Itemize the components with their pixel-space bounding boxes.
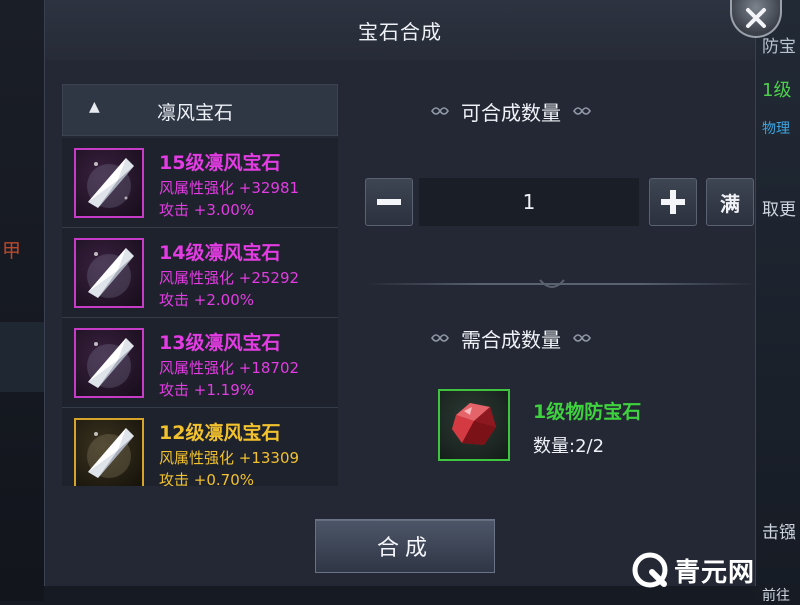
required-count-title: 需合成数量: [365, 323, 657, 353]
increase-quantity-button[interactable]: [649, 178, 697, 226]
gem-attribute: 风属性强化 +32981: [159, 179, 300, 197]
background-text-fragment: 前往: [762, 588, 790, 604]
gem-attribute: 风属性强化 +13309: [159, 449, 300, 467]
dialog-title: 宝石合成: [358, 19, 442, 44]
gem-list[interactable]: 15级凛风宝石 风属性强化 +32981 攻击 +3.00% 14级凛风宝石 风…: [62, 138, 338, 486]
material-name: 1级物防宝石: [533, 401, 642, 423]
ornament-icon: [431, 334, 449, 342]
red-gem-icon[interactable]: [438, 389, 510, 461]
craft-count-title: 可合成数量: [365, 96, 657, 126]
background-text-fragment: 甲: [2, 240, 22, 262]
plus-icon: [661, 190, 685, 214]
gem-name: 12级凛风宝石: [159, 422, 281, 444]
background-band: [0, 322, 44, 392]
background-text-fragment: 防宝: [762, 37, 796, 57]
watermark: 青元网: [632, 548, 755, 592]
gem-attribute: 风属性强化 +18702: [159, 359, 300, 377]
max-quantity-button[interactable]: 满: [706, 178, 754, 226]
gem-list-item[interactable]: 15级凛风宝石 风属性强化 +32981 攻击 +3.00%: [62, 138, 338, 228]
triangle-up-icon: ▲: [89, 99, 100, 115]
gem-attribute: 风属性强化 +25292: [159, 269, 300, 287]
close-icon: [746, 8, 766, 28]
gem-list-item[interactable]: 13级凛风宝石 风属性强化 +18702 攻击 +1.19%: [62, 318, 338, 408]
ornament-icon: [573, 107, 591, 115]
background-text-fragment: 1级: [762, 80, 792, 101]
q-logo-icon: [632, 552, 668, 588]
wind-gem-icon: [74, 418, 144, 486]
gem-list-item[interactable]: 14级凛风宝石 风属性强化 +25292 攻击 +2.00%: [62, 228, 338, 318]
wind-gem-icon: [74, 328, 144, 398]
gem-attack-bonus: 攻击 +1.19%: [159, 381, 254, 399]
divider-ornament-icon: [539, 279, 565, 288]
gem-attack-bonus: 攻击 +3.00%: [159, 201, 254, 219]
background-text-fragment: 取更: [762, 200, 796, 220]
required-count-label: 需合成数量: [461, 327, 561, 352]
ornament-icon: [431, 107, 449, 115]
background-right-panel: 防宝 1级 物理 取更 击镪 前往: [756, 0, 800, 604]
quantity-value: 1: [522, 190, 536, 214]
material-count: 数量:2/2: [533, 436, 605, 457]
gem-synthesis-dialog: 宝石合成 ▲ 凛风宝石 15级凛风宝石 风属性强化 +32981 攻击 +3.0…: [44, 0, 757, 586]
ornament-icon: [573, 334, 591, 342]
background-left-panel: 甲: [0, 0, 44, 601]
gem-type-label: 凛风宝石: [157, 102, 234, 124]
craft-count-label: 可合成数量: [461, 100, 561, 125]
synthesize-label: 合成: [376, 536, 433, 561]
watermark-text: 青元网: [674, 557, 756, 588]
dialog-title-bar: 宝石合成: [45, 0, 755, 60]
minus-icon: [377, 199, 401, 205]
gem-list-item[interactable]: 12级凛风宝石 风属性强化 +13309 攻击 +0.70%: [62, 408, 338, 486]
background-text-fragment: 击镪: [762, 523, 796, 543]
background-text-fragment: 物理: [762, 121, 790, 137]
gem-type-dropdown[interactable]: ▲ 凛风宝石: [62, 84, 338, 136]
gem-name: 15级凛风宝石: [159, 152, 281, 174]
gem-attack-bonus: 攻击 +0.70%: [159, 471, 254, 486]
gem-name: 13级凛风宝石: [159, 332, 281, 354]
quantity-input[interactable]: 1: [419, 178, 639, 226]
wind-gem-icon: [74, 148, 144, 218]
gem-name: 14级凛风宝石: [159, 242, 281, 264]
max-label: 满: [720, 191, 740, 216]
decrease-quantity-button[interactable]: [365, 178, 413, 226]
wind-gem-icon: [74, 238, 144, 308]
gem-attack-bonus: 攻击 +2.00%: [159, 291, 254, 309]
synthesize-button[interactable]: 合成: [315, 519, 495, 573]
